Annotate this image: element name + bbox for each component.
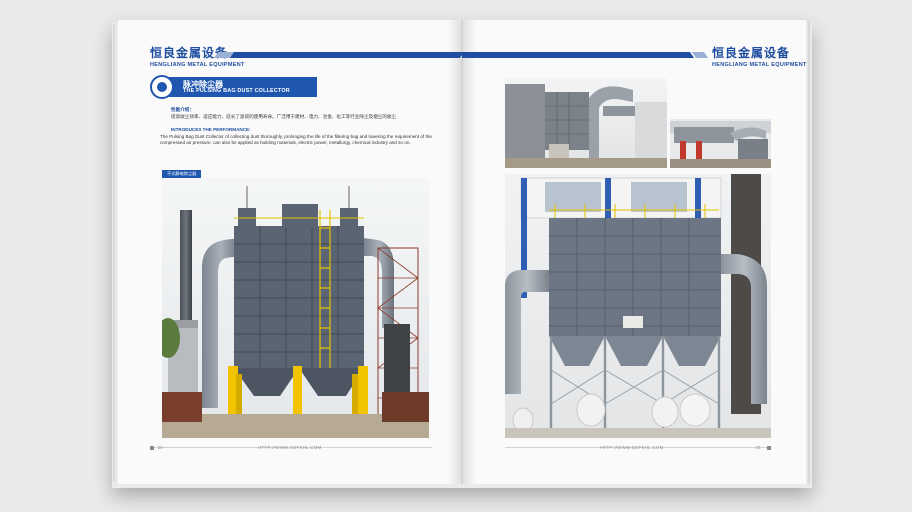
intro-cn-body: 提高收尘效率、适应能力，延长了滤袋的使用寿命。广泛用于建材、电力、冶金、化工等行… (171, 114, 397, 119)
dust-collector-photo (162, 178, 429, 438)
right-brand-logo: 恒良金属设备 HENGLIANG METAL EQUIPMENT (712, 44, 807, 68)
right-header-bar (462, 52, 687, 58)
pipeline-equipment-photo (670, 119, 771, 168)
section-title-icon (150, 75, 174, 99)
intro-en-body: The Pulsing Bag Dust Collector of collec… (160, 134, 432, 145)
left-page-number-mark (150, 446, 154, 450)
right-page-number: 21 (756, 445, 761, 450)
intro-en-heading: INTRODUCES THE PERFORMANCE: (171, 127, 251, 132)
right-page-number-mark (767, 446, 771, 450)
pulse-bag-collector-photo (505, 174, 771, 438)
section-title-banner: 脉冲除尘器 THE PULSING BAG DUST COLLECTOR (157, 77, 317, 97)
intro-cn-heading: 性能介绍： (171, 107, 194, 112)
left-photo-label: 干式静电除尘器 (162, 170, 202, 178)
left-page-number: 20 (158, 445, 163, 450)
flue-dust-collector-photo (505, 78, 667, 168)
brand-name-en: HENGLIANG METAL EQUIPMENT (150, 62, 245, 68)
brand-name-cn: 恒良金属设备 (712, 46, 791, 60)
brand-name-en: HENGLIANG METAL EQUIPMENT (712, 62, 807, 68)
right-page-edge (806, 22, 810, 484)
left-header-bar (229, 52, 465, 58)
left-footer-website: HTTP://WWW.GDFSHL.COM (258, 445, 322, 450)
section-title-en: THE PULSING BAG DUST COLLECTOR (183, 88, 290, 94)
book-gutter (448, 20, 476, 484)
right-footer-website: HTTP://WWW.GDFSHL.COM (600, 445, 664, 450)
right-header-bar-end (671, 52, 695, 58)
